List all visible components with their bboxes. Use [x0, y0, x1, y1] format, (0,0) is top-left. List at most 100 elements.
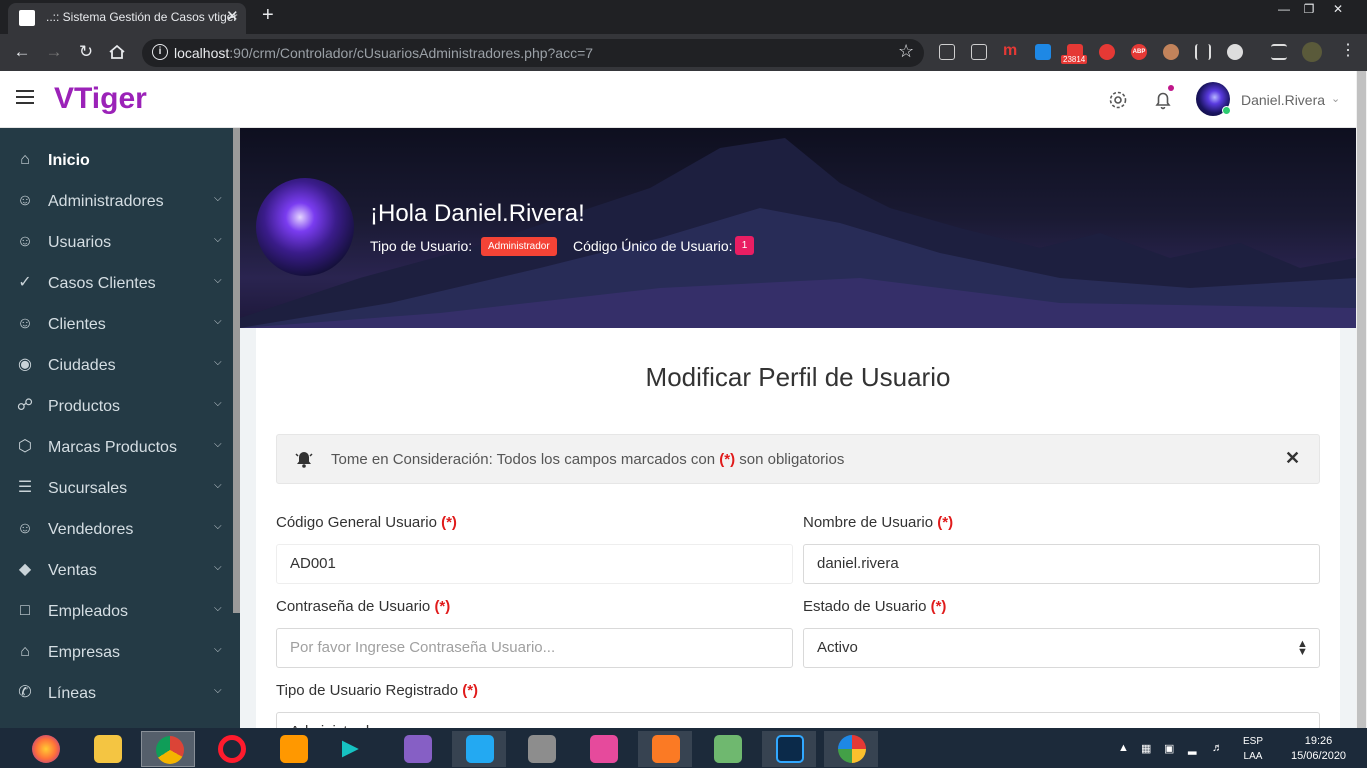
- url-text[interactable]: localhost:90/crm/Controlador/cUsuariosAd…: [174, 45, 593, 61]
- extension-arrow-icon[interactable]: [1035, 44, 1051, 60]
- sidebar-item-empresas[interactable]: ⌂ Empresas ⌵: [0, 632, 233, 673]
- browser-tab[interactable]: ..:: Sistema Gestión de Casos vtiger: [8, 3, 246, 34]
- restore-icon[interactable]: ❐: [1297, 0, 1321, 18]
- sidebar-item-ciudades[interactable]: ◉ Ciudades ⌵: [0, 345, 233, 386]
- profile-avatar-icon[interactable]: [1302, 42, 1322, 62]
- home-button-icon[interactable]: [108, 43, 126, 61]
- taskbar-xampp[interactable]: [638, 731, 692, 767]
- codigo-field-label: Código General Usuario (*): [276, 514, 457, 531]
- sidebar-item-productos[interactable]: ☍ Productos ⌵: [0, 386, 233, 427]
- tray-volume-icon[interactable]: ♬: [1212, 742, 1226, 754]
- sidebar-item-vendedores[interactable]: ☺ Vendedores ⌵: [0, 509, 233, 550]
- bookmark-star-icon[interactable]: ☆: [898, 41, 914, 62]
- settings-gear-icon[interactable]: [1107, 89, 1129, 111]
- sidebar-item-sucursales[interactable]: ☰ Sucursales ⌵: [0, 468, 233, 509]
- taskbar-explorer[interactable]: [80, 731, 134, 767]
- nombre-field[interactable]: daniel.rivera: [803, 544, 1320, 584]
- select-arrows-icon: ▲ ▼: [1297, 638, 1308, 658]
- extension-hand-icon[interactable]: [1099, 44, 1115, 60]
- menu-kebab-icon[interactable]: ⋮: [1340, 43, 1356, 60]
- chevron-down-icon: ⌵: [214, 234, 222, 245]
- sidebar-item-casos-clientes[interactable]: ✓ Casos Clientes ⌵: [0, 263, 233, 304]
- tools-icon: [528, 735, 556, 763]
- sidebar-item-label: Ciudades: [48, 357, 116, 374]
- sidebar-item-label: Vendedores: [48, 521, 134, 538]
- sidebar-item-ventas[interactable]: ◆ Ventas ⌵: [0, 550, 233, 591]
- extension-m-icon[interactable]: m: [1003, 43, 1019, 60]
- tray-keyboard-icon[interactable]: ▦: [1141, 742, 1155, 755]
- window-close-icon[interactable]: ✕: [1326, 0, 1350, 18]
- adblock-icon[interactable]: ABP: [1131, 44, 1147, 60]
- estado-select[interactable]: Activo: [803, 628, 1320, 668]
- password-field[interactable]: Por favor Ingrese Contraseña Usuario...: [276, 628, 793, 668]
- tab-favicon-icon: [19, 10, 35, 26]
- tray-network-icon[interactable]: ▂: [1188, 742, 1202, 755]
- sidebar-item-label: Empresas: [48, 644, 121, 661]
- sidebar-item-marcas-productos[interactable]: ⬡ Marcas Productos ⌵: [0, 427, 233, 468]
- chevron-down-icon: ⌵: [214, 275, 222, 286]
- reload-icon[interactable]: ↻: [75, 41, 97, 63]
- sidebar-item-inicio[interactable]: ⌂ Inicio: [0, 140, 233, 181]
- tab-close-icon[interactable]: ✕: [226, 7, 239, 25]
- taskbar-terminal[interactable]: [328, 731, 382, 767]
- taskbar-chrome[interactable]: [141, 731, 195, 767]
- page-scrollbar[interactable]: [1357, 71, 1366, 728]
- sidebar-item-lineas[interactable]: ✆ Líneas ⌵: [0, 673, 233, 714]
- extension-screenshot-icon[interactable]: [939, 44, 955, 60]
- taskbar-tools[interactable]: [514, 731, 568, 767]
- bell-alert-icon: [293, 448, 315, 470]
- sidebar-item-usuarios[interactable]: ☺ Usuarios ⌵: [0, 222, 233, 263]
- taskbar-visual-studio[interactable]: [390, 731, 444, 767]
- map-pin-icon: ◉: [18, 356, 32, 373]
- check-circle-icon: ✓: [18, 274, 32, 291]
- chevron-down-icon: ⌵: [214, 562, 222, 573]
- paint-icon: [838, 735, 866, 763]
- taskbar-opera[interactable]: [204, 731, 258, 767]
- extension-capture-icon[interactable]: [971, 44, 987, 60]
- chevron-down-icon: ⌵: [214, 316, 222, 327]
- opera-icon: [218, 735, 246, 763]
- extension-audio-icon[interactable]: [1195, 44, 1211, 60]
- sidebar-item-label: Líneas: [48, 685, 97, 702]
- tray-language[interactable]: ESP LAA: [1243, 734, 1263, 764]
- alert-close-icon[interactable]: ✕: [1285, 448, 1300, 469]
- tray-expand-icon[interactable]: ▲: [1118, 742, 1132, 754]
- hamburger-menu-icon[interactable]: [16, 90, 34, 104]
- alert-text: Tome en Consideración: Todos los campos …: [331, 451, 845, 468]
- forward-icon[interactable]: →: [43, 41, 65, 63]
- sidebar-item-label: Ventas: [48, 562, 97, 579]
- taskbar-wamp[interactable]: [576, 731, 630, 767]
- brand-logo[interactable]: VTiger: [54, 82, 147, 116]
- extension-person-icon[interactable]: [1163, 44, 1179, 60]
- tray-device-icon[interactable]: ▣: [1164, 742, 1178, 755]
- vscode-icon: [466, 735, 494, 763]
- reading-list-icon[interactable]: [1271, 44, 1287, 60]
- tray-clock[interactable]: 19:26 15/06/2020: [1291, 734, 1346, 764]
- required-mark: (*): [719, 451, 736, 468]
- sidebar-item-clientes[interactable]: ☺ Clientes ⌵: [0, 304, 233, 345]
- sidebar-item-administradores[interactable]: ☺ Administradores ⌵: [0, 181, 233, 222]
- taskbar-virtualbox[interactable]: [700, 731, 754, 767]
- minimize-icon[interactable]: —: [1272, 0, 1296, 18]
- taskbar-paint[interactable]: [824, 731, 878, 767]
- codigo-field[interactable]: AD001: [276, 544, 793, 584]
- user-name[interactable]: Daniel.Rivera: [1241, 92, 1325, 108]
- profile-photo[interactable]: [256, 178, 354, 276]
- layers-icon: ☰: [17, 479, 33, 496]
- taskbar-firefox[interactable]: [18, 731, 72, 767]
- sidebar-item-label: Usuarios: [48, 234, 112, 251]
- sidebar-item-empleados[interactable]: □ Empleados ⌵: [0, 591, 233, 632]
- terminal-icon: [342, 740, 359, 758]
- site-info-icon[interactable]: i: [152, 44, 168, 60]
- tipo-select[interactable]: Administrador: [276, 712, 1320, 728]
- profile-banner: [240, 128, 1356, 328]
- chevron-down-icon[interactable]: ⌄: [1331, 92, 1340, 105]
- new-tab-button[interactable]: +: [262, 4, 274, 27]
- github-icon[interactable]: [1227, 44, 1243, 60]
- taskbar-photoshop[interactable]: [762, 731, 816, 767]
- taskbar-sublime[interactable]: [266, 731, 320, 767]
- sidebar-scrollbar[interactable]: [233, 128, 240, 613]
- taskbar-vscode[interactable]: [452, 731, 506, 767]
- back-icon[interactable]: ←: [11, 41, 33, 63]
- notifications-bell-icon[interactable]: [1152, 89, 1174, 111]
